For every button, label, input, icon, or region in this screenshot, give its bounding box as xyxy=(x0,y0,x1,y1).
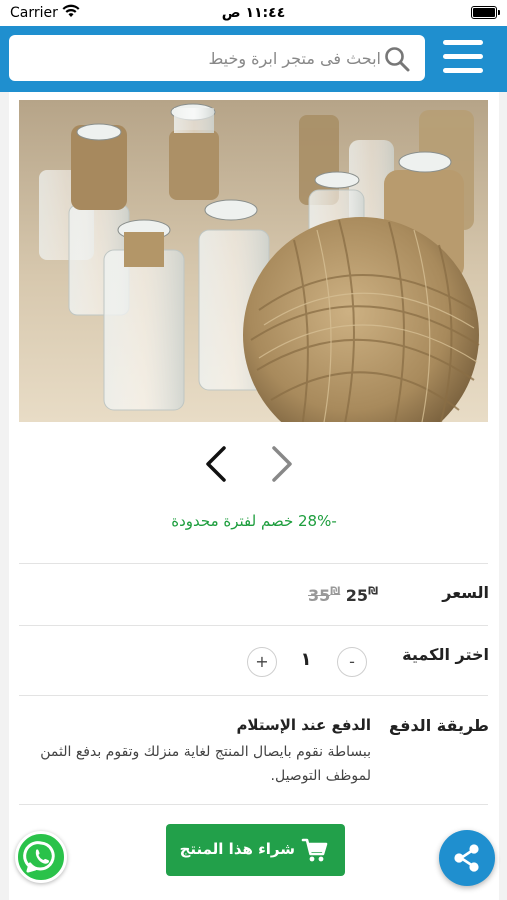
old-price: 35₪ xyxy=(308,585,341,606)
battery-icon xyxy=(471,6,500,19)
cart-icon xyxy=(301,838,328,862)
product-image xyxy=(19,100,488,422)
whatsapp-button[interactable] xyxy=(15,831,67,883)
product-card: -28% خصم لفترة محدودة السعر 35₪ 25₪ اختر… xyxy=(9,92,499,900)
buy-product-button[interactable]: شراء هذا المنتج xyxy=(166,824,345,876)
quantity-increase-button[interactable]: + xyxy=(247,647,277,677)
buy-button-label: شراء هذا المنتج xyxy=(179,840,295,858)
price-display: 35₪ 25₪ xyxy=(304,585,378,605)
divider xyxy=(19,625,488,626)
quantity-value: ١ xyxy=(300,649,312,670)
hamburger-icon[interactable] xyxy=(443,40,483,76)
app-header xyxy=(0,26,507,92)
quantity-decrease-button[interactable]: - xyxy=(337,647,367,677)
current-price: 25₪ xyxy=(345,585,379,606)
divider xyxy=(19,695,488,696)
share-icon xyxy=(454,844,479,872)
divider xyxy=(19,563,488,564)
payment-method-label: طريقة الدفع xyxy=(389,716,489,735)
search-bar[interactable] xyxy=(9,35,425,81)
payment-method-description: ببساطة نقوم بايصال المنتج لغاية منزلك وت… xyxy=(40,744,371,784)
search-input[interactable] xyxy=(21,35,381,81)
status-bar: Carrier ١١:٤٤ ص xyxy=(0,0,507,26)
clock: ١١:٤٤ ص xyxy=(221,5,286,21)
price-label: السعر xyxy=(442,583,489,602)
discount-label: -28% خصم لفترة محدودة xyxy=(171,512,337,530)
divider xyxy=(19,804,488,805)
search-icon[interactable] xyxy=(383,45,411,73)
quantity-label: اختر الكمية xyxy=(402,645,489,664)
next-image-arrow[interactable] xyxy=(264,444,300,484)
previous-image-arrow[interactable] xyxy=(198,444,234,484)
share-button[interactable] xyxy=(439,830,495,886)
whatsapp-icon xyxy=(23,841,55,873)
payment-method-title: الدفع عند الإستلام xyxy=(236,716,371,734)
